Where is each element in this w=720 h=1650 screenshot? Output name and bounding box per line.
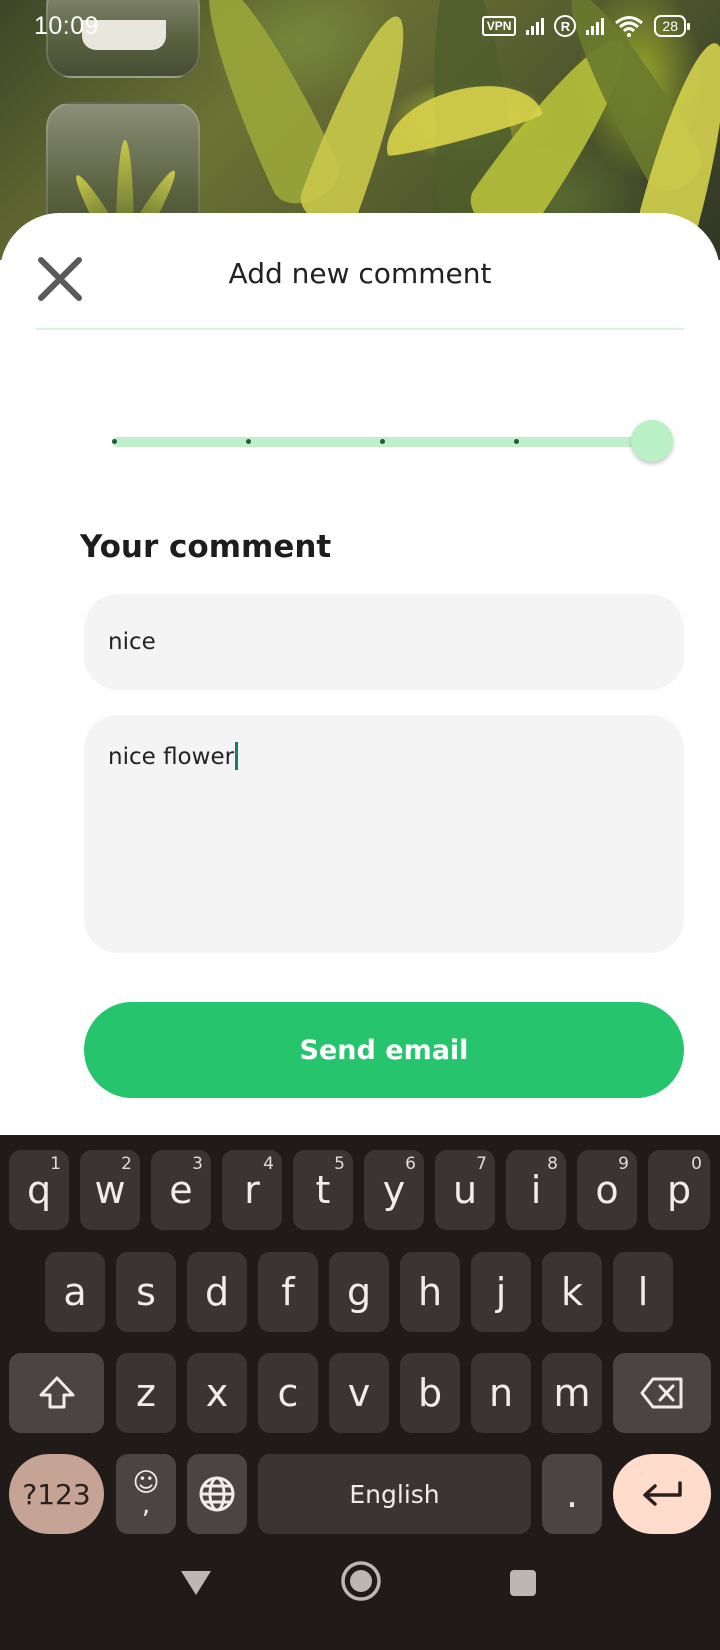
wifi-icon bbox=[615, 16, 644, 37]
sheet-title: Add new comment bbox=[228, 257, 492, 290]
key-o[interactable]: o9 bbox=[577, 1150, 637, 1230]
recents-square-icon[interactable] bbox=[508, 1568, 538, 1598]
key-u[interactable]: u7 bbox=[435, 1150, 495, 1230]
home-circle-icon[interactable] bbox=[340, 1560, 382, 1602]
back-triangle-icon[interactable] bbox=[178, 1568, 214, 1598]
key-p[interactable]: p0 bbox=[648, 1150, 710, 1230]
shift-key[interactable] bbox=[9, 1353, 104, 1433]
add-comment-sheet: Add new comment Your comment nice nice f… bbox=[0, 213, 720, 1133]
language-key[interactable] bbox=[187, 1454, 247, 1534]
backspace-icon bbox=[640, 1377, 683, 1409]
slider-tick bbox=[246, 439, 251, 444]
key-z[interactable]: z bbox=[116, 1353, 176, 1433]
slider-tick bbox=[112, 439, 117, 444]
send-email-button[interactable]: Send email bbox=[84, 1002, 684, 1098]
key-m[interactable]: m bbox=[542, 1353, 602, 1433]
comment-value: nice flower bbox=[108, 744, 235, 770]
rating-slider[interactable] bbox=[104, 418, 674, 468]
key-j[interactable]: j bbox=[471, 1252, 531, 1332]
symbols-key[interactable]: ?123 bbox=[9, 1454, 104, 1534]
battery-icon: 28 bbox=[654, 15, 690, 37]
status-icons: VPN R 28 bbox=[481, 15, 690, 37]
slider-tick bbox=[514, 439, 519, 444]
key-v[interactable]: v bbox=[329, 1353, 389, 1433]
key-t[interactable]: t5 bbox=[293, 1150, 353, 1230]
key-i[interactable]: i8 bbox=[506, 1150, 566, 1230]
vpn-icon: VPN bbox=[481, 16, 517, 36]
signal-icon bbox=[526, 17, 545, 35]
key-w[interactable]: w2 bbox=[80, 1150, 140, 1230]
emoji-comma-key[interactable]: ☺ , bbox=[116, 1454, 176, 1534]
slider-thumb[interactable] bbox=[631, 420, 673, 462]
text-cursor bbox=[235, 742, 239, 770]
subject-value: nice bbox=[108, 629, 156, 655]
key-n[interactable]: n bbox=[471, 1353, 531, 1433]
globe-icon bbox=[199, 1476, 235, 1512]
key-h[interactable]: h bbox=[400, 1252, 460, 1332]
divider bbox=[36, 328, 684, 330]
enter-icon bbox=[643, 1481, 682, 1506]
comma-label: , bbox=[141, 1490, 151, 1520]
key-f[interactable]: f bbox=[258, 1252, 318, 1332]
soft-keyboard: q1 w2 e3 r4 t5 y6 u7 i8 o9 p0 a s d f g … bbox=[0, 1135, 720, 1650]
status-time: 10:09 bbox=[34, 11, 100, 40]
key-q[interactable]: q1 bbox=[9, 1150, 69, 1230]
shift-icon bbox=[39, 1376, 74, 1409]
slider-tick bbox=[380, 439, 385, 444]
system-navigation-bar bbox=[0, 1540, 720, 1650]
section-title: Your comment bbox=[80, 529, 332, 565]
key-b[interactable]: b bbox=[400, 1353, 460, 1433]
comment-textarea[interactable]: nice flower bbox=[84, 715, 684, 953]
key-g[interactable]: g bbox=[329, 1252, 389, 1332]
key-l[interactable]: l bbox=[613, 1252, 673, 1332]
key-d[interactable]: d bbox=[187, 1252, 247, 1332]
key-r[interactable]: r4 bbox=[222, 1150, 282, 1230]
subject-input[interactable]: nice bbox=[84, 594, 684, 690]
key-k[interactable]: k bbox=[542, 1252, 602, 1332]
key-s[interactable]: s bbox=[116, 1252, 176, 1332]
key-x[interactable]: x bbox=[187, 1353, 247, 1433]
key-y[interactable]: y6 bbox=[364, 1150, 424, 1230]
period-key[interactable]: . bbox=[542, 1454, 602, 1534]
roaming-icon: R bbox=[554, 15, 577, 37]
backspace-key[interactable] bbox=[613, 1353, 711, 1433]
key-c[interactable]: c bbox=[258, 1353, 318, 1433]
key-e[interactable]: e3 bbox=[151, 1150, 211, 1230]
status-bar: 10:09 VPN R 28 bbox=[0, 0, 720, 52]
key-a[interactable]: a bbox=[45, 1252, 105, 1332]
space-key[interactable]: English bbox=[258, 1454, 531, 1534]
enter-key[interactable] bbox=[613, 1454, 711, 1534]
signal-icon bbox=[586, 17, 605, 35]
